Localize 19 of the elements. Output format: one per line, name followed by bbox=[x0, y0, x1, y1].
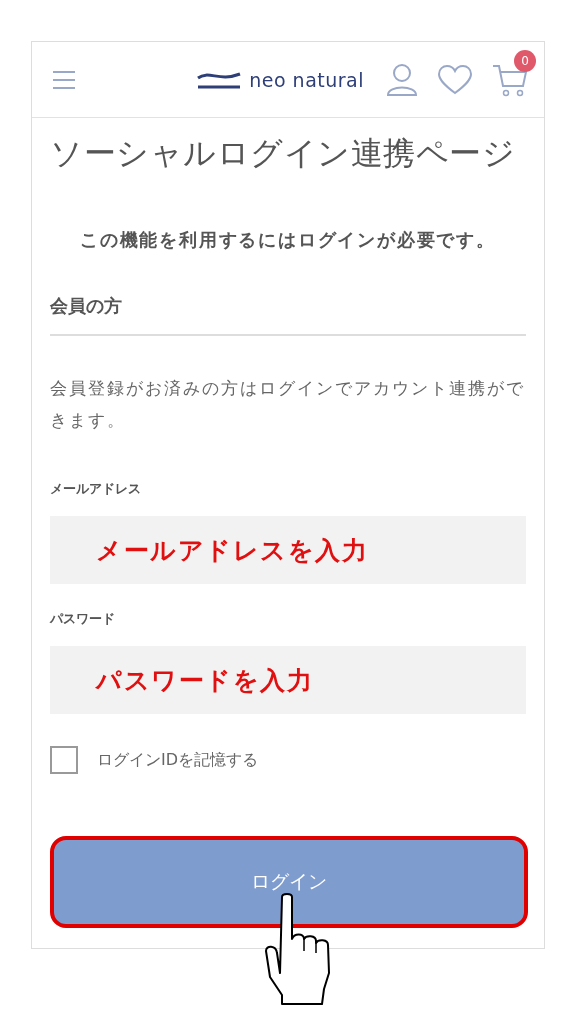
heart-icon[interactable] bbox=[438, 64, 472, 95]
user-icon[interactable] bbox=[386, 62, 418, 97]
annotation-text: パスワードを入力 bbox=[96, 664, 313, 697]
page-title: ソーシャルログイン連携ページ bbox=[50, 133, 516, 174]
wave-logo-icon bbox=[197, 70, 242, 89]
field-label: パスワード bbox=[50, 610, 116, 628]
checkbox-label: ログインIDを記憶する bbox=[97, 749, 259, 771]
annotation-text: メールアドレスを入力 bbox=[96, 534, 368, 567]
input-field[interactable]: メールアドレスを入力 bbox=[50, 516, 526, 584]
remember-checkbox[interactable] bbox=[50, 746, 78, 774]
field-label: メールアドレス bbox=[50, 480, 142, 498]
login-required-notice: この機能を利用するにはログインが必要です。 bbox=[79, 228, 497, 252]
logo-text[interactable]: neo natural bbox=[249, 68, 364, 91]
menu-icon[interactable] bbox=[52, 69, 76, 90]
input-field[interactable]: パスワードを入力 bbox=[50, 646, 526, 714]
section-description: 会員登録がお済みの方はログインでアカウント連携ができます。 bbox=[50, 377, 526, 432]
cart-count-badge: 0 bbox=[514, 49, 536, 72]
section-heading: 会員の方 bbox=[50, 294, 526, 336]
login-button[interactable]: ログイン bbox=[50, 836, 528, 928]
